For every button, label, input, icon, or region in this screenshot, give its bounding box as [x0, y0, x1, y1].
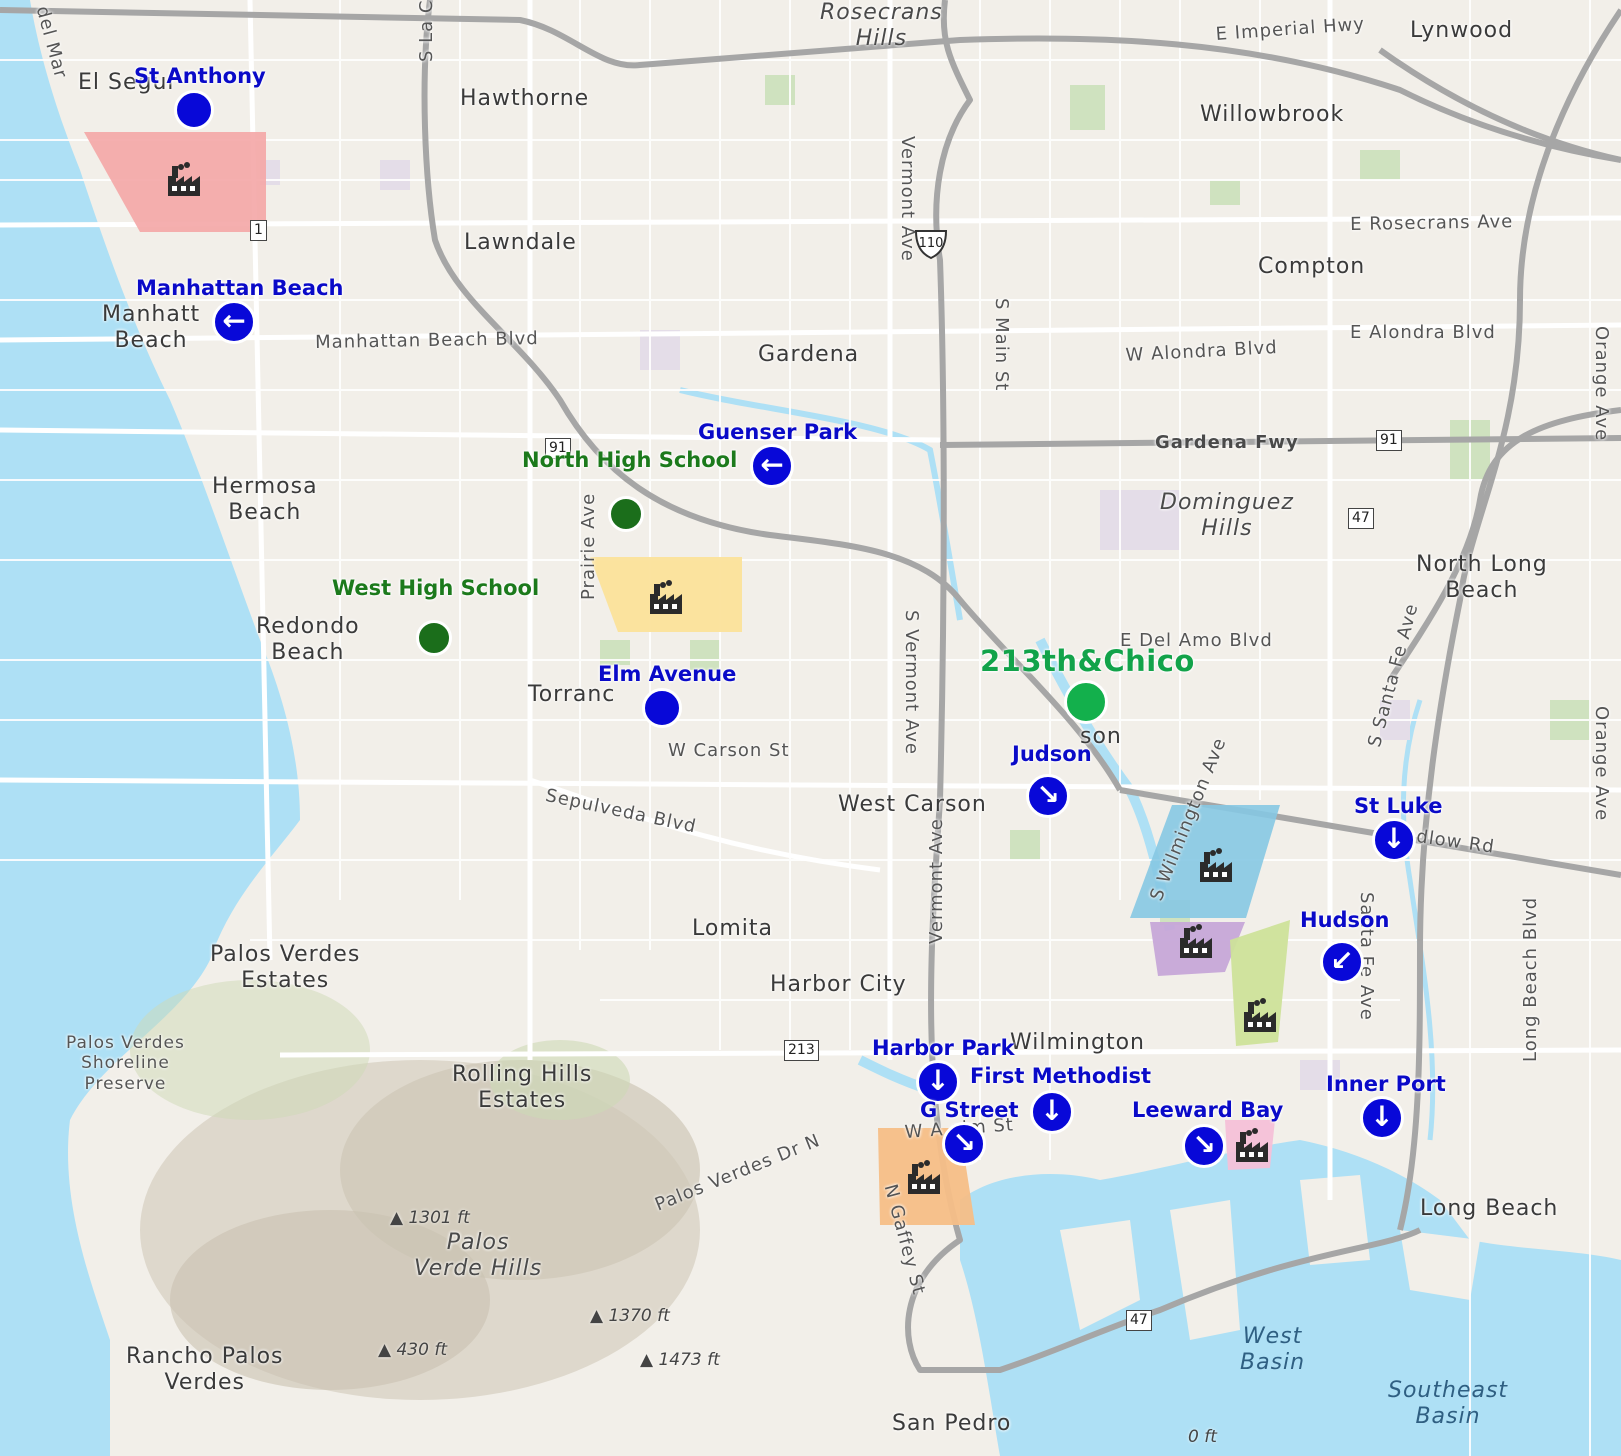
road-label: Vermont Ave	[926, 818, 947, 944]
road-label: Orange Ave	[1591, 706, 1612, 822]
place-label: Redondo Beach	[256, 614, 360, 666]
road-label: E Alondra Blvd	[1350, 322, 1496, 343]
marker-label-first-methodist: First Methodist	[970, 1064, 1152, 1088]
road-label: E Rosecrans Ave	[1350, 211, 1514, 235]
place-label: Hermosa Beach	[212, 474, 318, 526]
place-label: Rancho Palos Verdes	[126, 1344, 284, 1396]
place-label: West Carson	[838, 792, 987, 817]
road-label: Long Beach Blvd	[1520, 896, 1541, 1062]
place-label: Dominguez Hills	[1160, 490, 1294, 542]
place-label: Southeast Basin	[1388, 1378, 1509, 1430]
marker-label-hudson: Hudson	[1300, 908, 1390, 932]
elevation-label: ▲ 430 ft	[378, 1340, 447, 1360]
marker-label-north-high-school: North High School	[522, 448, 738, 472]
marker-g-street-arrow-icon[interactable]: ↘	[942, 1122, 986, 1166]
place-label: North Long Beach	[1416, 552, 1548, 604]
marker-manhattan-beach-arrow-icon[interactable]: ←	[212, 300, 256, 344]
marker-label-guenser-park: Guenser Park	[698, 420, 858, 444]
road-label: S La C	[416, 0, 437, 62]
state-route-shield: 213	[784, 1040, 819, 1061]
marker-label-manhattan-beach: Manhattan Beach	[136, 276, 344, 300]
place-label: Long Beach	[1420, 1196, 1559, 1221]
road-label: S Vermont Ave	[901, 610, 922, 755]
place-label: Palos Verde Hills	[414, 1230, 543, 1282]
place-label: Hawthorne	[460, 86, 590, 111]
marker-st-anthony-dot[interactable]	[174, 90, 214, 130]
map-canvas[interactable]: Rosecrans Hills Lynwood El Segur Hawthorne Wi…	[0, 0, 1621, 1456]
place-label: Harbor City	[770, 972, 907, 997]
road-label: Gardena Fwy	[1155, 432, 1299, 453]
place-label: Palos Verdes Shoreline Preserve	[66, 1033, 185, 1094]
factory-icon	[164, 162, 204, 198]
marker-label-inner-port: Inner Port	[1326, 1072, 1446, 1096]
elevation-label: ▲ 1301 ft	[390, 1208, 470, 1228]
marker-label-judson: Judson	[1012, 742, 1092, 766]
marker-first-methodist-arrow-icon[interactable]: ↓	[1030, 1090, 1074, 1134]
marker-label-elm-avenue: Elm Avenue	[598, 662, 737, 686]
place-label: Lynwood	[1410, 18, 1514, 43]
marker-label-leeward-bay: Leeward Bay	[1132, 1098, 1284, 1122]
marker-label-st-luke: St Luke	[1354, 794, 1443, 818]
marker-label-g-street: G Street	[920, 1098, 1019, 1122]
place-label: Gardena	[758, 342, 860, 367]
place-label: Willowbrook	[1200, 102, 1345, 127]
factory-icon	[904, 1160, 944, 1196]
marker-leeward-bay-arrow-icon[interactable]: ↘	[1182, 1124, 1226, 1168]
marker-west-high-school-dot[interactable]	[416, 620, 452, 656]
place-label: San Pedro	[892, 1411, 1012, 1436]
place-label: Rolling Hills Estates	[452, 1062, 593, 1114]
place-label: Rosecrans Hills	[820, 0, 943, 52]
factory-icon	[1196, 848, 1236, 884]
elevation-label: ▲ 1473 ft	[640, 1350, 720, 1370]
place-label: Lawndale	[464, 230, 577, 255]
marker-guenser-park-arrow-icon[interactable]: ←	[750, 444, 794, 488]
place-label: West Basin	[1240, 1324, 1306, 1376]
marker-hudson-arrow-icon[interactable]: ↙	[1320, 940, 1364, 984]
place-label: Lomita	[692, 916, 773, 941]
marker-label-west-high-school: West High School	[332, 576, 540, 600]
road-label: W Carson St	[668, 740, 790, 761]
place-label: Manhatt Beach	[102, 302, 201, 354]
interstate-shield: 110	[914, 228, 948, 260]
marker-label-213th-chico: 213th&Chico	[980, 644, 1195, 678]
place-label: Palos Verdes Estates	[210, 942, 361, 994]
marker-north-high-school-dot[interactable]	[608, 496, 644, 532]
marker-st-luke-arrow-icon[interactable]: ↓	[1372, 818, 1416, 862]
place-label: Wilmington	[1010, 1030, 1145, 1055]
road-label: Orange Ave	[1591, 326, 1612, 442]
state-route-shield: 47	[1126, 1310, 1152, 1331]
marker-elm-avenue-dot[interactable]	[642, 688, 682, 728]
road-label: Prairie Ave	[578, 492, 599, 600]
elevation-label: 0 ft	[1188, 1427, 1217, 1447]
marker-label-st-anthony: St Anthony	[134, 64, 266, 88]
state-route-shield: 47	[1348, 508, 1374, 529]
marker-213th-chico-dot[interactable]	[1064, 680, 1108, 724]
factory-icon	[646, 580, 686, 616]
state-route-shield: 91	[1376, 430, 1402, 451]
factory-icon	[1232, 1128, 1272, 1164]
marker-judson-arrow-icon[interactable]: ↘	[1026, 774, 1070, 818]
factory-icon	[1176, 924, 1216, 960]
marker-inner-port-arrow-icon[interactable]: ↓	[1360, 1096, 1404, 1140]
marker-label-harbor-park: Harbor Park	[872, 1036, 1015, 1060]
state-route-shield: 1	[250, 220, 267, 241]
road-label: S Main St	[991, 298, 1012, 392]
road-label: Manhattan Beach Blvd	[315, 328, 539, 353]
place-label: Compton	[1258, 254, 1366, 279]
elevation-label: ▲ 1370 ft	[590, 1306, 670, 1326]
factory-icon	[1240, 998, 1280, 1034]
